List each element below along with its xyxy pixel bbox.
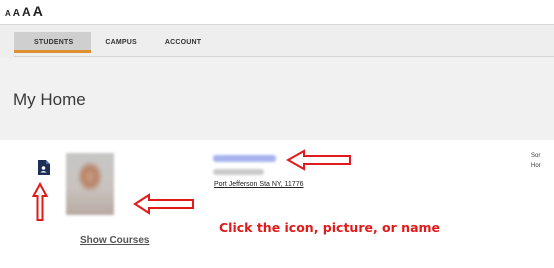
tab-account[interactable]: ACCOUNT [151,32,215,53]
student-detail-line [213,169,264,175]
red-arrow-left-icon [286,149,351,171]
tab-list: STUDENTS CAMPUS ACCOUNT [14,32,215,53]
right-column-text-1: Sor [531,153,541,159]
red-arrow-up-icon [32,182,48,221]
top-bar: A A A A [0,0,554,24]
font-size-medium[interactable]: A [22,6,31,18]
student-name-link[interactable] [213,155,276,162]
font-size-smallest[interactable]: A [5,10,11,18]
font-size-small[interactable]: A [13,9,20,19]
page-title: My Home [13,90,86,110]
font-size-large[interactable]: A [33,4,43,18]
tab-bar: STUDENTS CAMPUS ACCOUNT [0,24,554,58]
tab-divider [14,56,554,57]
student-photo[interactable] [66,153,114,215]
right-column-text-2: Hor [531,163,541,169]
red-arrow-left-icon [133,193,194,215]
tab-campus[interactable]: CAMPUS [91,32,151,53]
font-size-selector: A A A A [5,4,43,19]
tab-students[interactable]: STUDENTS [14,32,92,53]
show-courses-link[interactable]: Show Courses [80,235,149,246]
student-profile-icon[interactable] [37,160,50,175]
student-address-link[interactable]: Port Jefferson Sta NY, 11776 [214,181,304,188]
annotation-instruction: Click the icon, picture, or name [219,220,441,235]
